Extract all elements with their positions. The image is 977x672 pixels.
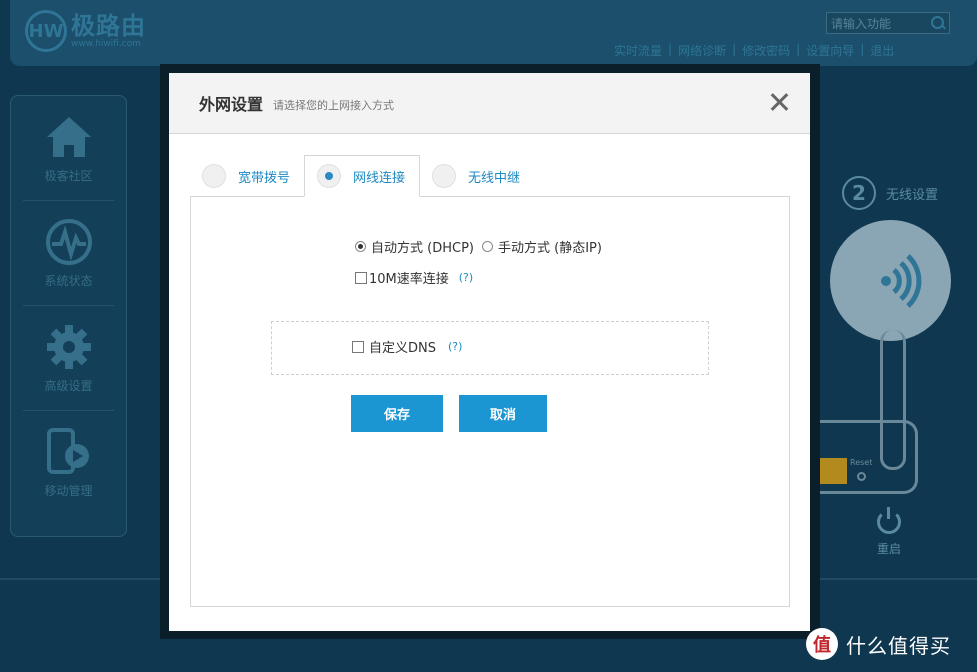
custom-dns-label[interactable]: 自定义DNS	[369, 337, 436, 356]
sidebar-item-community[interactable]: 极客社区	[23, 96, 114, 201]
dialog-subtitle: 请选择您的上网接入方式	[273, 98, 395, 112]
mobile-icon	[45, 428, 93, 476]
save-button[interactable]: 保存	[351, 395, 443, 432]
logo-mark: HW	[25, 10, 67, 52]
search-box[interactable]: 请输入功能	[826, 12, 950, 34]
dialog-header: 外网设置 请选择您的上网接入方式	[169, 73, 810, 134]
tab-wireless-repeater[interactable]: 无线中继	[420, 155, 534, 197]
reboot-label: 重启	[877, 542, 902, 556]
sidebar-item-advanced[interactable]: 高级设置	[23, 306, 114, 411]
wan-settings-dialog: 外网设置 请选择您的上网接入方式 宽带拨号 网线连接 无线中继 自动方式 (DH…	[169, 73, 810, 631]
pulse-icon	[45, 218, 93, 266]
wizard-step: 2 无线设置	[842, 176, 938, 210]
power-icon	[877, 507, 901, 534]
sidebar-item-label: 系统状态	[44, 273, 93, 288]
tab-pppoe[interactable]: 宽带拨号	[190, 155, 304, 197]
connection-type-tabs: 宽带拨号 网线连接 无线中继	[190, 155, 534, 197]
watermark-text: 什么值得买	[846, 633, 951, 658]
dns-help-link[interactable]: (?)	[448, 340, 462, 353]
tab-label: 宽带拨号	[238, 170, 291, 186]
sidebar-item-label: 高级设置	[44, 378, 93, 393]
ip-mode-group: 自动方式 (DHCP) 手动方式 (静态IP)	[355, 237, 602, 256]
sidebar-item-mobile[interactable]: 移动管理	[23, 411, 114, 516]
watermark: 值 什么值得买	[806, 628, 951, 660]
logo-text: 极路由	[71, 12, 146, 40]
speed-option: 10M速率连接 (?)	[355, 268, 473, 287]
separator: |	[732, 42, 737, 56]
top-links: 实时流量 | 网络诊断 | 修改密码 | 设置向导 | 退出	[614, 42, 894, 59]
radio-icon[interactable]	[202, 164, 226, 188]
step-number: 2	[842, 176, 876, 210]
reset-label: Reset	[850, 458, 873, 467]
radio-static-ip-label[interactable]: 手动方式 (静态IP)	[498, 237, 602, 256]
watermark-logo: 值	[806, 628, 838, 660]
sidebar-item-status[interactable]: 系统状态	[23, 201, 114, 306]
custom-dns-checkbox[interactable]	[352, 340, 364, 353]
link-logout[interactable]: 退出	[870, 42, 894, 59]
cancel-button[interactable]: 取消	[459, 395, 547, 432]
search-input[interactable]: 请输入功能	[831, 15, 891, 32]
tab-label: 网线连接	[353, 170, 406, 186]
wifi-icon	[880, 253, 921, 308]
sidebar-item-label: 极客社区	[44, 168, 93, 183]
link-setup-wizard[interactable]: 设置向导	[806, 42, 854, 59]
home-icon	[45, 113, 93, 161]
reset-button	[857, 472, 866, 481]
step-label: 无线设置	[886, 187, 939, 203]
tab-label: 无线中继	[468, 170, 521, 186]
link-change-password[interactable]: 修改密码	[742, 42, 790, 59]
radio-icon[interactable]	[432, 164, 457, 188]
tab-panel-ethernet: 自动方式 (DHCP) 手动方式 (静态IP) 10M速率连接 (?) 自定义D…	[190, 196, 790, 607]
speed-10m-checkbox[interactable]	[355, 271, 367, 284]
link-realtime-traffic[interactable]: 实时流量	[614, 42, 662, 59]
sidebar-item-label: 移动管理	[44, 484, 93, 498]
gear-icon	[45, 323, 93, 371]
close-icon[interactable]	[770, 93, 788, 111]
dialog-title: 外网设置	[199, 95, 264, 114]
dns-section	[271, 321, 709, 375]
separator: |	[860, 42, 865, 56]
separator: |	[796, 42, 801, 56]
speed-10m-label[interactable]: 10M速率连接	[369, 268, 449, 287]
tab-ethernet[interactable]: 网线连接	[304, 155, 421, 197]
logo-url: www.hiwifi.com	[71, 39, 141, 49]
wifi-circle	[830, 220, 951, 341]
speed-help-link[interactable]: (?)	[459, 271, 473, 284]
logo[interactable]: HW 极路由 www.hiwifi.com	[25, 10, 146, 52]
radio-icon[interactable]	[317, 164, 342, 188]
reboot-button[interactable]: 重启	[877, 507, 902, 557]
sidebar: 极客社区 系统状态 高级设置 移动管理	[10, 95, 127, 537]
radio-dhcp-label[interactable]: 自动方式 (DHCP)	[371, 237, 474, 256]
link-network-diagnosis[interactable]: 网络诊断	[678, 42, 726, 59]
search-icon[interactable]	[931, 16, 945, 30]
radio-static-ip[interactable]	[481, 241, 493, 252]
radio-dhcp[interactable]	[355, 241, 366, 252]
separator: |	[668, 42, 673, 56]
dns-option: 自定义DNS (?)	[352, 337, 462, 356]
